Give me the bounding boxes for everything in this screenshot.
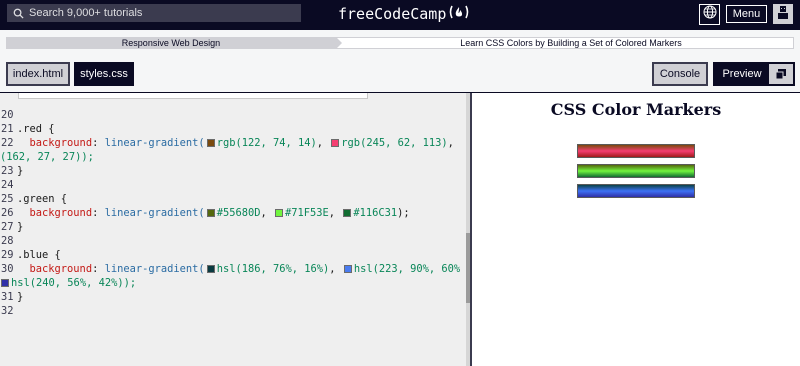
code-line-25[interactable]: 25 .green {: [0, 192, 470, 206]
line-number: 24: [1, 179, 14, 191]
red-marker: [577, 144, 695, 158]
css-selector: .blue: [17, 249, 49, 261]
line-number: 30: [1, 263, 14, 275]
code-line-22[interactable]: 22 background: linear-gradient( rgb(122, …: [0, 136, 470, 150]
search-icon: [7, 8, 29, 19]
tab-index-html[interactable]: index.html: [6, 62, 70, 86]
brace: {: [48, 249, 61, 261]
line-number: 21: [1, 123, 14, 135]
green-marker: [577, 164, 695, 178]
menu-button[interactable]: Menu: [726, 5, 767, 23]
preview-pane: CSS Color Markers: [472, 93, 800, 366]
code-lines[interactable]: 20 21 .red { 22 background: linear-gradie…: [0, 108, 470, 318]
color-value: rgb(122, 74, 14): [216, 137, 317, 149]
brace: {: [42, 123, 55, 135]
code-line-26[interactable]: 26 background: linear-gradient(#55680D, …: [0, 206, 470, 220]
color-value: (162, 27, 27));: [0, 151, 94, 163]
color-swatch[interactable]: [1, 279, 9, 287]
user-avatar-icon: [775, 4, 791, 25]
code-line-23[interactable]: 23}: [0, 164, 470, 178]
line-number: 23: [1, 165, 14, 177]
breadcrumb-superblock[interactable]: Responsive Web Design: [6, 37, 342, 49]
css-property: background: [29, 137, 93, 149]
color-swatch[interactable]: [275, 209, 283, 217]
separator: ,: [328, 207, 342, 219]
css-property: background: [29, 207, 93, 219]
line-number: 26: [1, 207, 14, 219]
breadcrumb: Responsive Web Design Learn CSS Colors b…: [6, 37, 794, 49]
separator: ,: [329, 263, 342, 275]
line-number: 31: [1, 291, 14, 303]
line-number: 20: [1, 109, 14, 121]
css-property: background: [29, 263, 93, 275]
css-function: linear-gradient(: [104, 137, 205, 149]
line-number: 32: [1, 305, 14, 317]
flame-icon: [448, 4, 470, 24]
line-end: );: [397, 207, 410, 219]
separator: ,: [260, 207, 273, 219]
code-line-24[interactable]: 24: [0, 178, 470, 192]
color-swatch[interactable]: [343, 209, 352, 217]
code-line-20[interactable]: 20: [0, 108, 470, 122]
colon: :: [92, 207, 105, 219]
line-number: 29: [1, 249, 14, 261]
code-line-32[interactable]: 32: [0, 304, 470, 318]
color-value: hsl(223, 90%, 60%: [353, 263, 461, 275]
language-button[interactable]: [699, 4, 720, 25]
line-number: 22: [1, 137, 14, 149]
css-function: linear-gradient(: [104, 263, 205, 275]
code-line-21[interactable]: 21 .red {: [0, 122, 470, 136]
tab-styles-css[interactable]: styles.css: [74, 62, 134, 86]
color-value: rgb(245, 62, 113): [341, 137, 448, 149]
logo-text: freeCodeCamp: [338, 5, 447, 23]
color-swatch[interactable]: [343, 265, 352, 273]
editor-description-panel: [18, 93, 368, 99]
color-swatch[interactable]: [206, 265, 215, 273]
code-line-28[interactable]: 28: [0, 234, 470, 248]
line-number: 25: [1, 193, 14, 205]
separator: ,: [447, 137, 454, 149]
brace: }: [17, 221, 24, 233]
globe-icon: [703, 5, 717, 24]
code-editor[interactable]: 20 21 .red { 22 background: linear-gradie…: [0, 93, 470, 366]
color-value: hsl(240, 56%, 42%));: [11, 277, 137, 289]
brace: }: [17, 291, 24, 303]
preview-button[interactable]: Preview: [713, 62, 795, 86]
css-selector: .red: [17, 123, 43, 135]
colon: :: [92, 263, 105, 275]
code-line-31[interactable]: 31}: [0, 290, 470, 304]
search-input[interactable]: Search 9,000+ tutorials: [29, 7, 142, 19]
preview-title: CSS Color Markers: [550, 100, 722, 119]
color-value: hsl(186, 76%, 16%): [216, 263, 330, 275]
color-swatch[interactable]: [331, 139, 340, 147]
brace: {: [54, 193, 68, 205]
color-value: #71F53E: [285, 207, 329, 219]
avatar[interactable]: [773, 4, 793, 24]
colon: :: [92, 137, 105, 149]
code-line-30[interactable]: 30 background: linear-gradient( hsl(186, …: [0, 262, 470, 276]
breadcrumb-challenge[interactable]: Learn CSS Colors by Building a Set of Co…: [336, 37, 794, 49]
color-swatch[interactable]: [206, 139, 215, 147]
search-bar[interactable]: Search 9,000+ tutorials: [7, 4, 301, 22]
console-button[interactable]: Console: [652, 62, 708, 86]
code-line-30-wrap[interactable]: hsl(240, 56%, 42%));: [0, 276, 470, 290]
top-nav: Search 9,000+ tutorials freeCodeCamp Men…: [0, 0, 800, 30]
popout-preview-icon[interactable]: [769, 64, 793, 84]
color-swatch[interactable]: [206, 209, 215, 217]
code-line-29[interactable]: 29 .blue {: [0, 248, 470, 262]
css-selector: .green: [17, 193, 55, 205]
separator: ,: [316, 137, 330, 149]
blue-marker: [577, 184, 695, 198]
code-line-22-wrap[interactable]: (162, 27, 27));: [0, 150, 470, 164]
color-value: #116C31: [353, 207, 398, 219]
color-value: #55680D: [216, 207, 261, 219]
line-number: 27: [1, 221, 14, 233]
brace: }: [17, 165, 24, 177]
css-function: linear-gradient(: [104, 207, 205, 219]
line-number: 28: [1, 235, 14, 247]
preview-label: Preview: [722, 68, 762, 80]
fcc-logo[interactable]: freeCodeCamp: [338, 4, 470, 24]
code-line-27[interactable]: 27}: [0, 220, 470, 234]
